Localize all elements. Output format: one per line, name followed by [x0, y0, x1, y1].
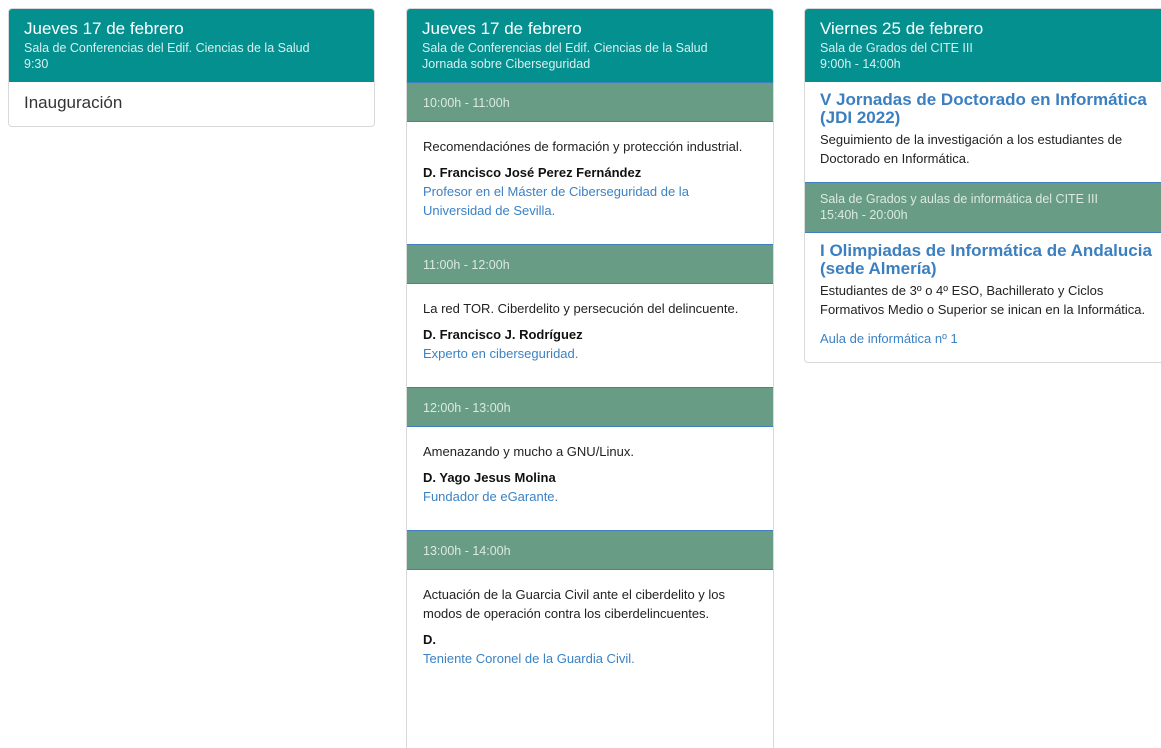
time-slot: Sala de Grados y aulas de informática de… [805, 182, 1161, 233]
event-title-link[interactable]: I Olimpiadas de Informática de Andalucia… [820, 242, 1161, 278]
card-place: Sala de Grados del CITE III [820, 41, 973, 55]
talk-topic: La red TOR. Ciberdelito y persecución de… [423, 301, 739, 316]
event-description: Seguimiento de la investigación a los es… [820, 132, 1123, 166]
event-card-inauguracion: Jueves 17 de febrero Sala de Conferencia… [8, 8, 375, 127]
card-time: 9:00h - 14:00h [820, 57, 901, 71]
talk-speaker-role: Fundador de eGarante. [423, 489, 559, 504]
talk-speaker: D. Yago Jesus Molina [423, 470, 556, 485]
time-slot: 11:00h - 12:00h [407, 244, 773, 284]
slot-time: 15:40h - 20:00h [820, 208, 908, 222]
talk-speaker-role: Profesor en el Máster de Ciberseguridad … [423, 184, 689, 218]
card-header: Jueves 17 de febrero Sala de Conferencia… [9, 9, 374, 82]
talk-topic: Amenazando y mucho a GNU/Linux. [423, 444, 634, 459]
card-header: Viernes 25 de febrero Sala de Grados del… [805, 9, 1161, 82]
talk-speaker: D. [423, 632, 436, 647]
card-day: Jueves 17 de febrero [422, 19, 582, 38]
card-place: Sala de Conferencias del Edif. Ciencias … [24, 41, 310, 55]
time-slot: 12:00h - 13:00h [407, 387, 773, 427]
time-slot: 13:00h - 14:00h [407, 530, 773, 570]
event-title: Inauguración [24, 93, 123, 112]
event-description: Estudiantes de 3º o 4º ESO, Bachillerato… [820, 283, 1146, 317]
talk-item: Recomendaciónes de formación y protecció… [407, 122, 773, 244]
talk-speaker-role: Teniente Coronel de la Guardia Civil. [423, 651, 635, 666]
event-item: V Jornadas de Doctorado en Informática (… [805, 82, 1161, 182]
card-time: 9:30 [24, 57, 49, 71]
card-place: Sala de Conferencias del Edif. Ciencias … [422, 41, 708, 55]
card-day: Viernes 25 de febrero [820, 19, 984, 38]
card-header: Jueves 17 de febrero Sala de Conferencia… [407, 9, 773, 82]
talk-item: Actuación de la Guarcia Civil ante el ci… [407, 570, 773, 692]
talk-topic: Recomendaciónes de formación y protecció… [423, 139, 743, 154]
card-subtitle: Jornada sobre Ciberseguridad [422, 57, 591, 71]
event-location-link[interactable]: Aula de informática nº 1 [820, 329, 1161, 348]
card-day: Jueves 17 de febrero [24, 19, 184, 38]
slot-place: Sala de Grados y aulas de informática de… [820, 192, 1098, 206]
talk-item: Amenazando y mucho a GNU/Linux. D. Yago … [407, 427, 773, 530]
talk-speaker-role: Experto en ciberseguridad. [423, 346, 579, 361]
event-card-ciberseguridad: Jueves 17 de febrero Sala de Conferencia… [406, 8, 774, 748]
time-slot: 10:00h - 11:00h [407, 82, 773, 122]
talk-item: La red TOR. Ciberdelito y persecución de… [407, 284, 773, 387]
talk-speaker: D. Francisco J. Rodríguez [423, 327, 583, 342]
talk-topic: Actuación de la Guarcia Civil ante el ci… [423, 587, 726, 621]
event-title-link[interactable]: V Jornadas de Doctorado en Informática (… [820, 91, 1161, 127]
talk-speaker: D. Francisco José Perez Fernández [423, 165, 642, 180]
event-card-viernes: Viernes 25 de febrero Sala de Grados del… [804, 8, 1161, 363]
event-item: I Olimpiadas de Informática de Andalucia… [805, 233, 1161, 362]
